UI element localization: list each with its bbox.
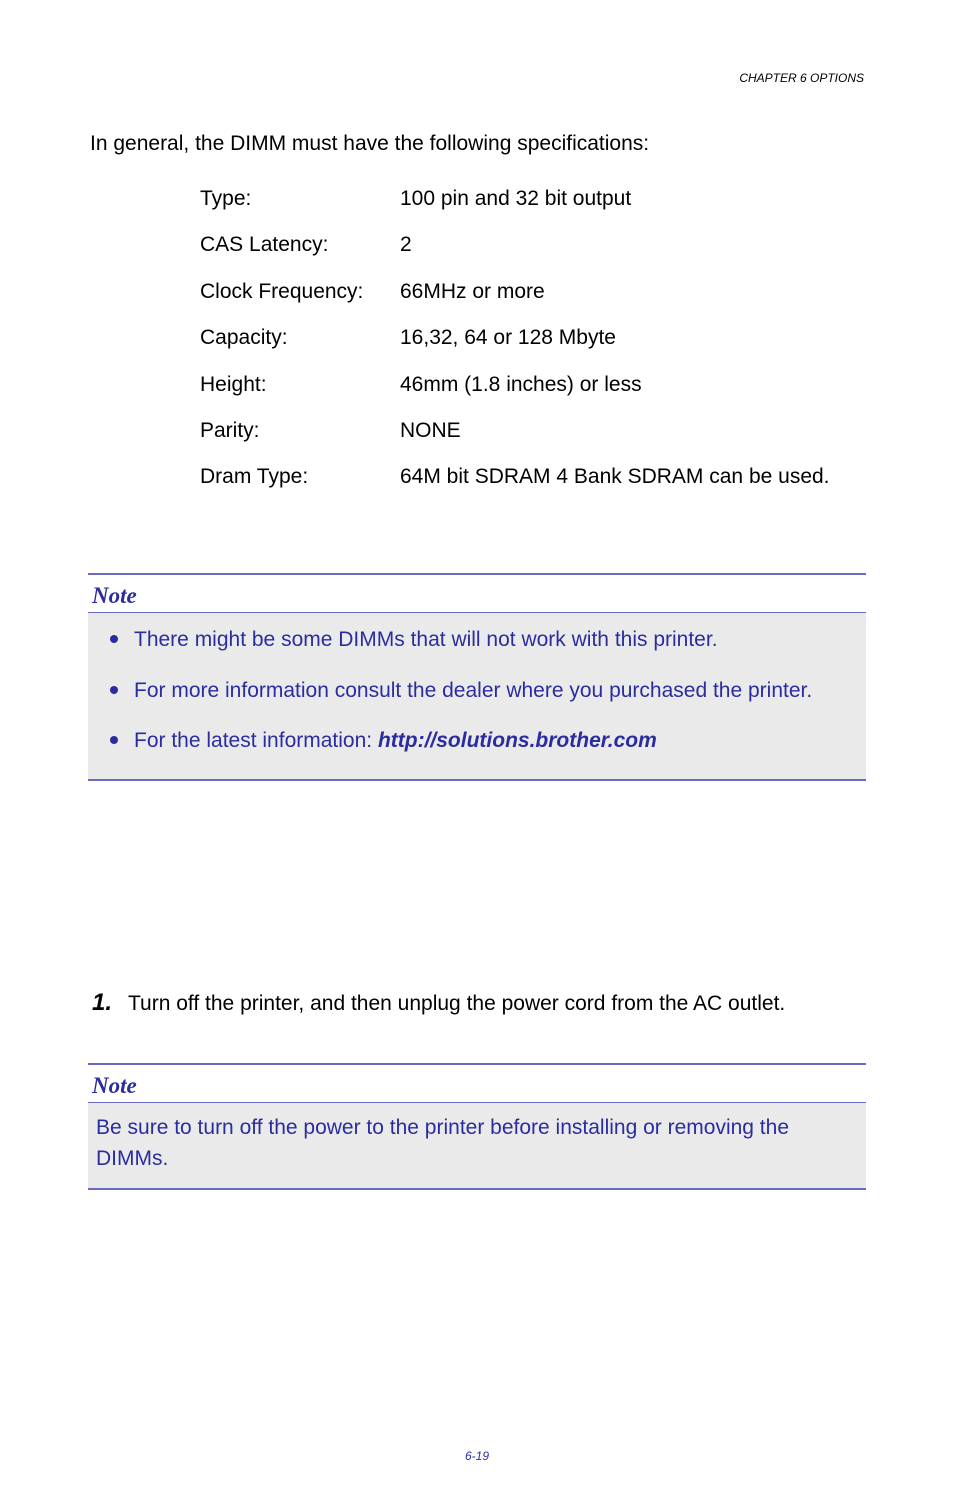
note-rule bbox=[88, 1063, 866, 1065]
note-body: There might be some DIMMs that will not … bbox=[88, 613, 866, 778]
spec-row: CAS Latency: 2 bbox=[200, 230, 864, 260]
note-title: Note bbox=[88, 577, 866, 612]
note-item: For more information consult the dealer … bbox=[104, 666, 850, 716]
spec-row: Dram Type: 64M bit SDRAM 4 Bank SDRAM ca… bbox=[200, 462, 864, 492]
spec-label: Capacity: bbox=[200, 323, 400, 353]
note-item-text: For more information consult the dealer … bbox=[134, 679, 812, 702]
intro-text: In general, the DIMM must have the follo… bbox=[90, 129, 864, 159]
running-header: CHAPTER 6 OPTIONS bbox=[90, 70, 864, 87]
spacer bbox=[90, 789, 864, 989]
spec-label: CAS Latency: bbox=[200, 230, 400, 260]
note-rule bbox=[88, 1188, 866, 1190]
spec-row: Type: 100 pin and 32 bit output bbox=[200, 184, 864, 214]
note-block-1: Note There might be some DIMMs that will… bbox=[88, 573, 866, 781]
note-item-text: There might be some DIMMs that will not … bbox=[134, 628, 718, 651]
note-link[interactable]: http://solutions.brother.com bbox=[378, 729, 657, 752]
spec-value: 46mm (1.8 inches) or less bbox=[400, 370, 864, 400]
spec-value: NONE bbox=[400, 416, 864, 446]
spec-table: Type: 100 pin and 32 bit output CAS Late… bbox=[200, 184, 864, 493]
spec-row: Capacity: 16,32, 64 or 128 Mbyte bbox=[200, 323, 864, 353]
spec-value: 66MHz or more bbox=[400, 277, 864, 307]
step-row: 1. Turn off the printer, and then unplug… bbox=[90, 989, 864, 1019]
spacer bbox=[90, 1198, 864, 1408]
spec-label: Dram Type: bbox=[200, 462, 400, 492]
spec-row: Height: 46mm (1.8 inches) or less bbox=[200, 370, 864, 400]
spec-label: Type: bbox=[200, 184, 400, 214]
note-rule bbox=[88, 779, 866, 781]
note-rule bbox=[88, 573, 866, 575]
spec-row: Clock Frequency: 66MHz or more bbox=[200, 277, 864, 307]
step-text: Turn off the printer, and then unplug th… bbox=[128, 989, 864, 1019]
note-item-prefix: For the latest information: bbox=[134, 729, 378, 752]
spec-value: 64M bit SDRAM 4 Bank SDRAM can be used. bbox=[400, 462, 864, 492]
spec-value: 2 bbox=[400, 230, 864, 260]
spec-value: 16,32, 64 or 128 Mbyte bbox=[400, 323, 864, 353]
spec-value: 100 pin and 32 bit output bbox=[400, 184, 864, 214]
note-title: Note bbox=[88, 1067, 866, 1102]
step-number: 1. bbox=[90, 989, 128, 1018]
note-text: Be sure to turn off the power to the pri… bbox=[96, 1116, 789, 1169]
spec-label: Height: bbox=[200, 370, 400, 400]
spec-label: Clock Frequency: bbox=[200, 277, 400, 307]
page-number: 6-19 bbox=[90, 1448, 864, 1465]
spec-row: Parity: NONE bbox=[200, 416, 864, 446]
note-item: There might be some DIMMs that will not … bbox=[104, 615, 850, 665]
note-body: Be sure to turn off the power to the pri… bbox=[88, 1103, 866, 1188]
note-block-2: Note Be sure to turn off the power to th… bbox=[88, 1063, 866, 1190]
page: CHAPTER 6 OPTIONS In general, the DIMM m… bbox=[0, 0, 954, 1506]
spec-label: Parity: bbox=[200, 416, 400, 446]
note-item: For the latest information: http://solut… bbox=[104, 716, 850, 766]
